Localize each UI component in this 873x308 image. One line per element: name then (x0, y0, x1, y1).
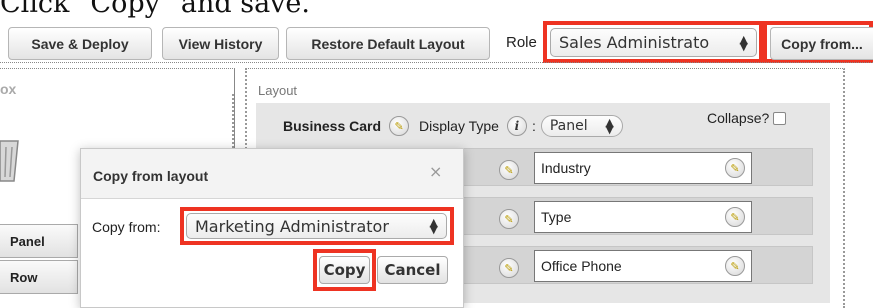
save-deploy-button[interactable]: Save & Deploy (8, 27, 152, 60)
display-type-value: Panel (549, 118, 588, 134)
cancel-button[interactable]: Cancel (377, 256, 448, 284)
close-icon[interactable]: × (429, 162, 442, 181)
copy-from-select[interactable]: Marketing Administrator ▲ ▼ (186, 213, 447, 239)
copy-from-select-value: Marketing Administrator (195, 216, 389, 236)
copy-button[interactable]: Copy (319, 256, 370, 284)
updown-arrows-icon: ▲ ▼ (605, 116, 614, 136)
pencil-icon[interactable]: ✎ (725, 256, 745, 276)
dialog-title: Copy from layout (93, 168, 209, 184)
panel-name: Business Card (283, 118, 382, 134)
field-type[interactable]: Type ✎ (534, 201, 752, 233)
field-label: Type (541, 209, 572, 225)
collapse-label: Collapse? (707, 110, 770, 126)
panel-header: Business Card ✎ Display Type i : Panel ▲… (283, 115, 623, 137)
field-industry[interactable]: Industry ✎ (534, 152, 752, 184)
collapse-toggle[interactable]: Collapse? (707, 110, 787, 126)
display-type-select[interactable]: Panel ▲ ▼ (540, 115, 623, 137)
layout-title: Layout (258, 83, 298, 98)
field-label: Office Phone (541, 258, 622, 274)
pencil-icon[interactable]: ✎ (389, 116, 410, 136)
trash-icon[interactable] (0, 139, 20, 183)
display-type-colon: : (531, 118, 536, 134)
role-label: Role (506, 34, 537, 51)
toolbox-item-panel[interactable]: Panel (0, 224, 78, 258)
pencil-icon[interactable]: ✎ (725, 207, 745, 227)
field-label: Industry (541, 160, 591, 176)
collapse-checkbox[interactable] (773, 111, 787, 125)
field-office-phone[interactable]: Office Phone ✎ (534, 250, 752, 282)
toolbox-item-row[interactable]: Row (0, 260, 78, 294)
updown-arrows-icon: ▲ ▼ (429, 216, 438, 236)
copy-from-button[interactable]: Copy from... (770, 27, 873, 60)
info-icon[interactable]: i (506, 116, 527, 136)
role-select-value: Sales Administrato (559, 33, 710, 52)
display-type-label: Display Type (419, 118, 499, 134)
copy-from-label: Copy from: (92, 219, 161, 235)
updown-arrows-icon: ▲ ▼ (739, 32, 748, 53)
view-history-button[interactable]: View History (162, 27, 279, 60)
role-select[interactable]: Sales Administrato ▲ ▼ (550, 28, 757, 57)
restore-default-layout-button[interactable]: Restore Default Layout (286, 27, 490, 60)
toolbar-divider (0, 62, 873, 63)
pencil-icon[interactable]: ✎ (499, 160, 519, 180)
pencil-icon[interactable]: ✎ (499, 258, 519, 278)
pencil-icon[interactable]: ✎ (499, 209, 519, 229)
pencil-icon[interactable]: ✎ (725, 158, 745, 178)
instruction-caption: Click "Copy" and save. (0, 0, 310, 19)
toolbox-title: ox (0, 81, 17, 97)
